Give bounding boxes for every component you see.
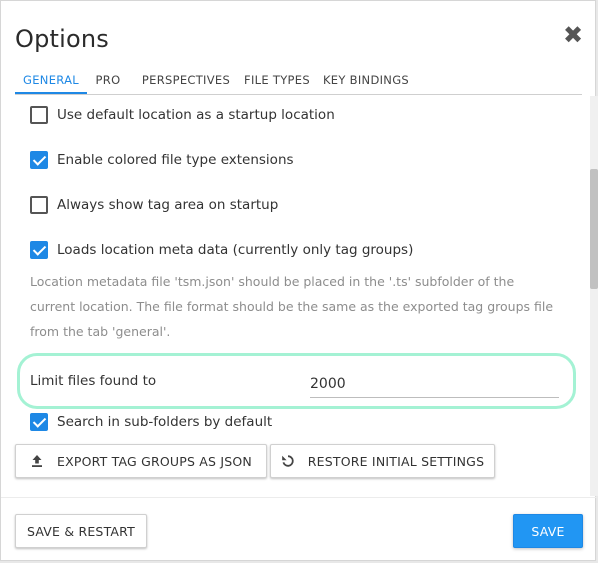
- tab-pro[interactable]: PRO: [87, 67, 129, 94]
- location-meta-checkbox[interactable]: [30, 241, 48, 259]
- location-meta-note: Location metadata file 'tsm.json' should…: [30, 269, 570, 344]
- subfolders-label: Search in sub-folders by default: [57, 414, 273, 430]
- tab-perspectives[interactable]: PERSPECTIVES: [134, 67, 238, 94]
- default-location-checkbox[interactable]: [30, 106, 48, 124]
- colored-extensions-label: Enable colored file type extensions: [57, 152, 294, 168]
- tag-area-checkbox[interactable]: [30, 196, 48, 214]
- restore-icon: [281, 454, 295, 468]
- tab-general[interactable]: GENERAL: [15, 67, 87, 94]
- setting-default-location[interactable]: Use default location as a startup locati…: [30, 104, 335, 126]
- save-restart-button[interactable]: SAVE & RESTART: [15, 514, 147, 548]
- setting-tag-area[interactable]: Always show tag area on startup: [30, 194, 278, 216]
- scrollbar-track[interactable]: [590, 96, 598, 496]
- note-line-3: from the tab 'general'.: [30, 324, 171, 339]
- export-tag-groups-label: EXPORT TAG GROUPS AS JSON: [57, 453, 252, 469]
- default-location-label: Use default location as a startup locati…: [57, 107, 335, 123]
- options-dialog: Options ✖ GENERAL PRO PERSPECTIVES FILE …: [0, 0, 598, 561]
- scrollbar-thumb[interactable]: [590, 169, 598, 289]
- tab-key-bindings[interactable]: KEY BINDINGS: [316, 67, 416, 94]
- setting-colored-extensions[interactable]: Enable colored file type extensions: [30, 149, 294, 171]
- limit-files-label: Limit files found to: [30, 373, 157, 389]
- export-tag-groups-button[interactable]: EXPORT TAG GROUPS AS JSON: [15, 444, 267, 478]
- setting-location-meta[interactable]: Loads location meta data (currently only…: [30, 239, 413, 261]
- note-line-2: current location. The file format should…: [30, 299, 554, 314]
- restore-settings-button[interactable]: RESTORE INITIAL SETTINGS: [270, 444, 495, 478]
- location-meta-label: Loads location meta data (currently only…: [57, 242, 414, 258]
- colored-extensions-checkbox[interactable]: [30, 151, 48, 169]
- restore-settings-label: RESTORE INITIAL SETTINGS: [307, 453, 485, 469]
- setting-subfolders[interactable]: Search in sub-folders by default: [30, 411, 272, 433]
- subfolders-checkbox[interactable]: [30, 413, 48, 431]
- limit-files-input[interactable]: [310, 370, 559, 398]
- tab-file-types[interactable]: FILE TYPES: [238, 67, 316, 94]
- footer-divider: [1, 497, 597, 498]
- tag-area-label: Always show tag area on startup: [57, 197, 279, 213]
- save-restart-label: SAVE & RESTART: [26, 523, 135, 539]
- note-line-1: Location metadata file 'tsm.json' should…: [30, 274, 515, 289]
- dialog-title: Options: [15, 25, 110, 53]
- close-icon[interactable]: ✖: [559, 21, 587, 49]
- save-button[interactable]: SAVE: [513, 514, 583, 548]
- tab-bar: GENERAL PRO PERSPECTIVES FILE TYPES KEY …: [15, 67, 582, 95]
- save-label: SAVE: [531, 523, 565, 539]
- upload-icon: [30, 454, 44, 468]
